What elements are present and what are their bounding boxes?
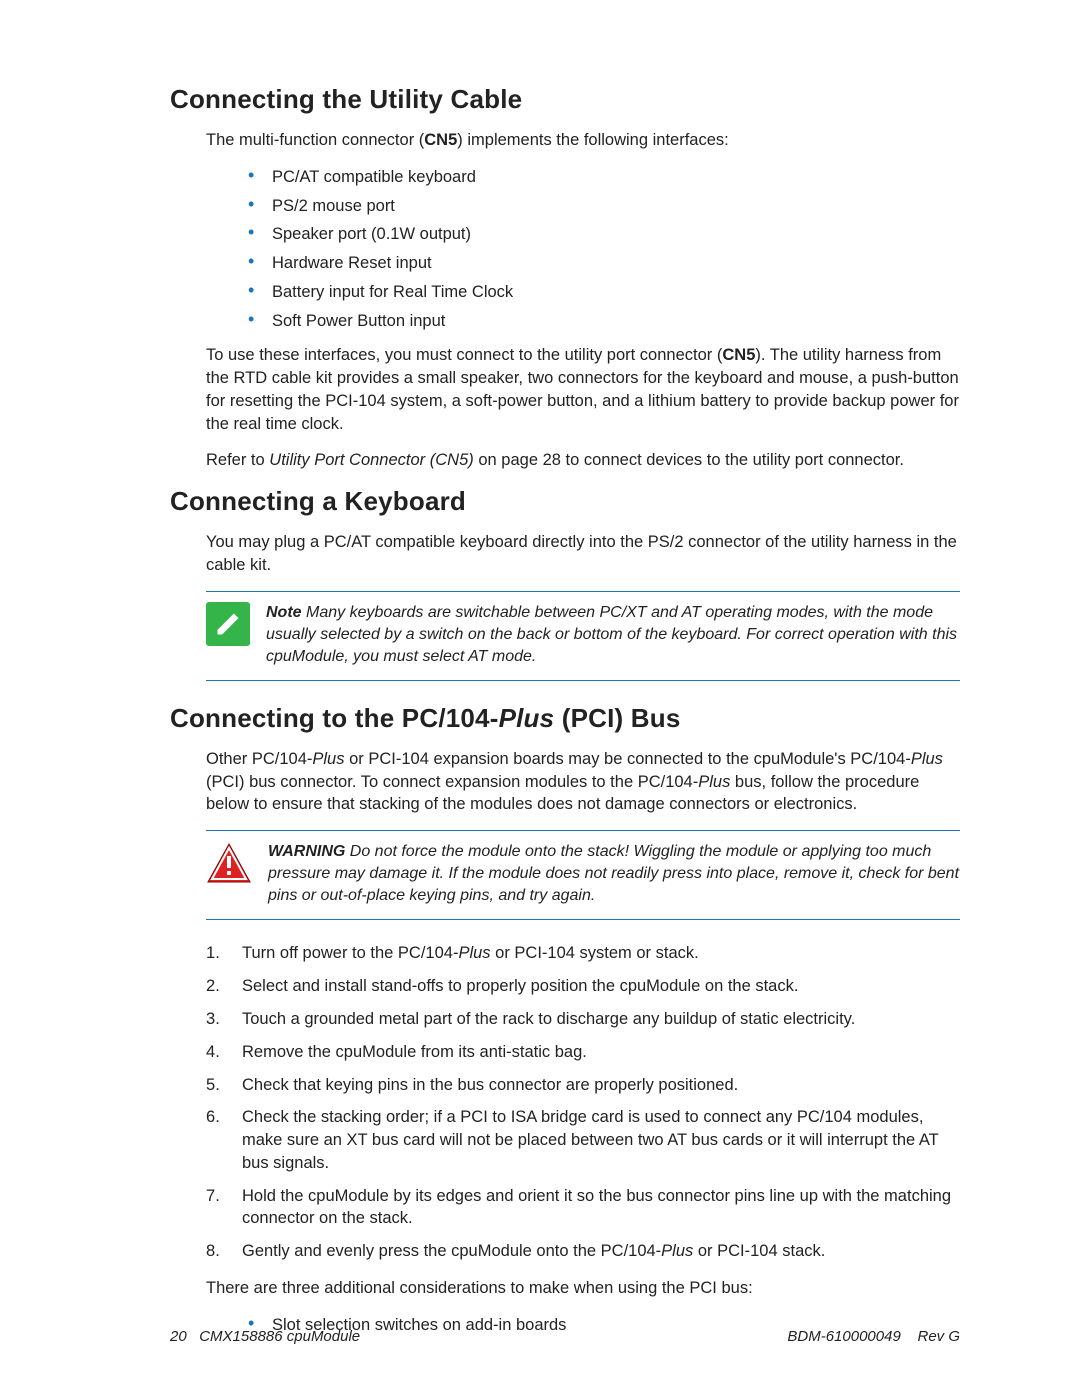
text: The multi-function connector ( [206, 131, 424, 149]
page-footer: 20 CMX158886 cpuModule BDM-610000049 Rev… [170, 1328, 960, 1345]
list-item: Hardware Reset input [248, 252, 960, 275]
keyboard-body: You may plug a PC/AT compatible keyboard… [206, 531, 960, 577]
warning-icon [206, 841, 252, 885]
text: on page 28 to connect devices to the uti… [474, 451, 904, 469]
cn5-bold: CN5 [424, 131, 457, 149]
note-callout: Note Many keyboards are switchable betwe… [206, 591, 960, 681]
footer-left: 20 CMX158886 cpuModule [170, 1328, 360, 1345]
list-item: Turn off power to the PC/104-Plus or PCI… [206, 942, 960, 965]
list-item: PS/2 mouse port [248, 195, 960, 218]
text: or PCI-104 system or stack. [491, 944, 699, 962]
heading-pci-bus: Connecting to the PC/104-Plus (PCI) Bus [170, 703, 960, 734]
list-item: Battery input for Real Time Clock [248, 281, 960, 304]
list-item: Soft Power Button input [248, 310, 960, 333]
text: Gently and evenly press the cpuModule on… [242, 1242, 661, 1260]
text: (PCI) bus connector. To connect expansio… [206, 773, 698, 791]
doc-number: BDM-610000049 [787, 1328, 900, 1345]
pcibus-steps: Turn off power to the PC/104-Plus or PCI… [206, 942, 960, 1262]
pcibus-body: Other PC/104-Plus or PCI-104 expansion b… [206, 748, 960, 816]
footer-right: BDM-610000049 Rev G [787, 1328, 960, 1345]
page: Connecting the Utility Cable The multi-f… [0, 0, 1080, 1397]
utility-para2: To use these interfaces, you must connec… [206, 344, 960, 435]
list-item: Remove the cpuModule from its anti-stati… [206, 1041, 960, 1064]
text: Do not force the module onto the stack! … [268, 843, 959, 904]
plus-italic: Plus [698, 773, 730, 791]
plus-italic: Plus [312, 750, 344, 768]
pcibus-para-after: There are three additional consideration… [206, 1277, 960, 1300]
list-item: PC/AT compatible keyboard [248, 166, 960, 189]
list-item: Check that keying pins in the bus connec… [206, 1074, 960, 1097]
note-text: Note Many keyboards are switchable betwe… [266, 602, 960, 668]
heading-keyboard: Connecting a Keyboard [170, 486, 960, 517]
plus-italic: Plus [661, 1242, 693, 1260]
list-item: Select and install stand-offs to properl… [206, 975, 960, 998]
utility-bullet-list: PC/AT compatible keyboard PS/2 mouse por… [248, 166, 960, 333]
list-item: Check the stacking order; if a PCI to IS… [206, 1106, 960, 1174]
heading-utility-cable: Connecting the Utility Cable [170, 84, 960, 115]
warning-label: WARNING [268, 843, 345, 860]
page-number: 20 [170, 1328, 187, 1345]
text: Many keyboards are switchable between PC… [266, 604, 957, 665]
text: ) implements the following interfaces: [457, 131, 728, 149]
cn5-bold: CN5 [722, 346, 755, 364]
note-icon [206, 602, 250, 646]
list-item: Gently and evenly press the cpuModule on… [206, 1240, 960, 1263]
text: Other PC/104- [206, 750, 312, 768]
doc-rev: Rev G [917, 1328, 960, 1345]
list-item: Touch a grounded metal part of the rack … [206, 1008, 960, 1031]
text: (PCI) Bus [554, 703, 680, 733]
utility-para3: Refer to Utility Port Connector (CN5) on… [206, 449, 960, 472]
text: Connecting to the PC/104- [170, 703, 499, 733]
doc-title: CMX158886 cpuModule [199, 1328, 360, 1345]
utility-intro: The multi-function connector (CN5) imple… [206, 129, 960, 152]
plus-italic: Plus [911, 750, 943, 768]
text: Refer to [206, 451, 269, 469]
list-item: Hold the cpuModule by its edges and orie… [206, 1185, 960, 1231]
xref-italic: Utility Port Connector (CN5) [269, 451, 473, 469]
text: Turn off power to the PC/104- [242, 944, 458, 962]
note-label: Note [266, 604, 302, 621]
text: or PCI-104 expansion boards may be conne… [345, 750, 911, 768]
text: To use these interfaces, you must connec… [206, 346, 722, 364]
list-item: Speaker port (0.1W output) [248, 223, 960, 246]
plus-italic: Plus [458, 944, 490, 962]
plus-italic: Plus [499, 703, 555, 733]
keyboard-para: You may plug a PC/AT compatible keyboard… [206, 531, 960, 577]
utility-body: The multi-function connector (CN5) imple… [206, 129, 960, 472]
text: or PCI-104 stack. [693, 1242, 825, 1260]
warning-text: WARNING Do not force the module onto the… [268, 841, 960, 907]
pcibus-para1: Other PC/104-Plus or PCI-104 expansion b… [206, 748, 960, 816]
warning-callout: WARNING Do not force the module onto the… [206, 830, 960, 920]
